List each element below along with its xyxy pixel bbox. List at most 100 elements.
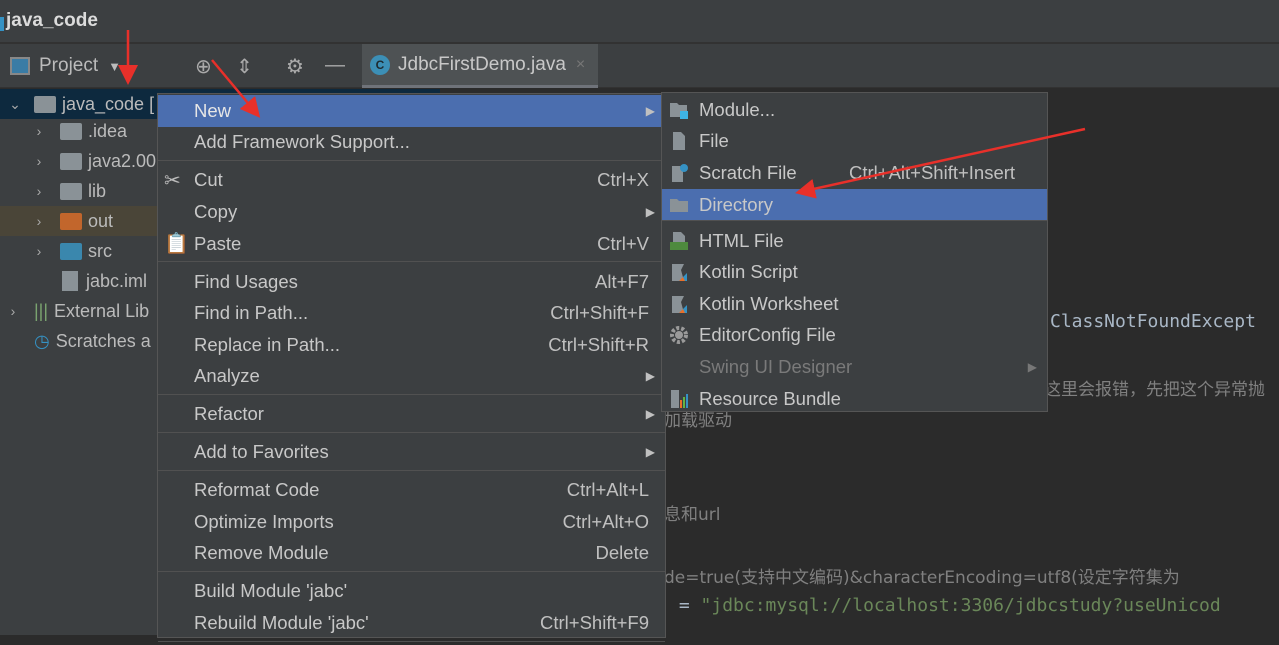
menu-item-optimize-imports[interactable]: Optimize Imports Ctrl+Alt+O xyxy=(158,506,665,538)
gear-icon[interactable]: ⚙ xyxy=(286,54,304,79)
tree-label: .idea xyxy=(88,120,128,141)
submenu-item-scratch-file[interactable]: Scratch File Ctrl+Alt+Shift+Insert xyxy=(662,157,1047,189)
menu-item-find-in-path[interactable]: Find in Path... Ctrl+Shift+F xyxy=(158,297,665,329)
scissors-icon: ✂ xyxy=(164,169,181,192)
tab-jdbcfirstdemo[interactable]: C JdbcFirstDemo.java × xyxy=(362,44,598,88)
file-icon xyxy=(62,271,78,291)
tab-label: JdbcFirstDemo.java xyxy=(398,53,566,75)
submenu-item-label: Module... xyxy=(699,98,776,120)
submenu-item-resource-bundle[interactable]: Resource Bundle xyxy=(662,383,1047,415)
menu-item-new[interactable]: New ▶ xyxy=(158,95,665,127)
chevron-right-icon[interactable]: › xyxy=(32,123,46,139)
menu-shortcut: Ctrl+Shift+F9 xyxy=(540,612,649,634)
menu-item-find-usages[interactable]: Find Usages Alt+F7 xyxy=(158,266,665,298)
submenu-item-module[interactable]: Module... xyxy=(662,94,1047,126)
code-comment: de=true(支持中文编码)&characterEncoding=utf8(设… xyxy=(664,568,1180,588)
chevron-right-icon[interactable]: › xyxy=(32,183,46,199)
chevron-right-icon[interactable]: › xyxy=(6,303,20,319)
menu-item-label: Find in Path... xyxy=(194,302,309,324)
project-icon xyxy=(0,17,4,31)
gear-icon xyxy=(669,325,689,345)
submenu-item-kotlin-script[interactable]: Kotlin Script xyxy=(662,256,1047,288)
menu-item-label: Add Framework Support... xyxy=(194,131,410,153)
menu-item-refactor[interactable]: Refactor ▶ xyxy=(158,399,665,431)
menu-item-label: Reformat Code xyxy=(194,479,320,501)
folder-icon xyxy=(60,122,82,140)
submenu-item-html-file[interactable]: HTML File xyxy=(662,225,1047,257)
close-icon[interactable]: × xyxy=(576,56,585,74)
submenu-item-file[interactable]: File xyxy=(662,126,1047,158)
submenu-item-kotlin-worksheet[interactable]: Kotlin Worksheet xyxy=(662,288,1047,320)
menu-item-add-framework-support[interactable]: Add Framework Support... xyxy=(158,127,665,159)
window-title: java_code xyxy=(6,10,98,31)
submenu-item-directory[interactable]: Directory xyxy=(662,188,1047,221)
tool-window-header: Project ▼ ⊕ ⇕ ⚙ — C JdbcFirstDemo.java × xyxy=(0,44,1279,88)
operator: = xyxy=(668,595,701,616)
submenu-item-label: Directory xyxy=(699,193,774,215)
menu-item-label: Paste xyxy=(194,232,242,254)
html-file-icon xyxy=(669,231,689,251)
code-comment: 息和url xyxy=(664,505,721,525)
submenu-item-label: Swing UI Designer xyxy=(699,355,853,377)
menu-shortcut: Ctrl+Alt+Shift+Insert xyxy=(849,161,1016,183)
clipboard-icon: 📋 xyxy=(164,233,189,256)
tree-label: lib xyxy=(88,180,107,201)
minimize-icon[interactable]: — xyxy=(325,54,345,77)
project-view-icon xyxy=(10,57,30,75)
menu-item-replace-in-path[interactable]: Replace in Path... Ctrl+Shift+R xyxy=(158,329,665,361)
title-bar: java_code xyxy=(0,0,1279,44)
tree-label: java_code [ xyxy=(62,93,155,114)
menu-item-add-to-favorites[interactable]: Add to Favorites ▶ xyxy=(158,437,665,469)
menu-shortcut: Ctrl+Alt+O xyxy=(562,510,649,532)
menu-item-label: Add to Favorites xyxy=(194,441,329,463)
menu-shortcut: Ctrl+Alt+L xyxy=(566,479,649,501)
submenu-item-editorconfig-file[interactable]: EditorConfig File xyxy=(662,320,1047,352)
folder-icon xyxy=(60,212,82,230)
menu-item-reformat-code[interactable]: Reformat Code Ctrl+Alt+L xyxy=(158,474,665,506)
submenu-item-label: Scratch File xyxy=(699,161,797,183)
menu-item-label: Replace in Path... xyxy=(194,333,341,355)
folder-icon xyxy=(60,182,82,200)
menu-item-copy[interactable]: Copy ▶ xyxy=(158,196,665,228)
target-icon[interactable]: ⊕ xyxy=(195,54,212,79)
module-icon xyxy=(669,100,689,120)
code-line: ClassNotFoundExcept xyxy=(1050,311,1256,332)
tree-label: jabc.iml xyxy=(86,270,148,291)
submenu-item-swing-ui-designer: Swing UI Designer ▶ xyxy=(662,351,1047,383)
chevron-right-icon[interactable]: › xyxy=(32,243,46,259)
submenu-arrow-icon: ▶ xyxy=(645,445,655,460)
folder-icon xyxy=(60,242,82,260)
tree-label: Scratches a xyxy=(55,330,151,351)
menu-item-paste[interactable]: 📋 Paste Ctrl+V xyxy=(158,228,665,260)
menu-separator xyxy=(158,640,665,645)
submenu-item-label: HTML File xyxy=(699,229,784,251)
menu-item-label: Remove Module xyxy=(194,542,329,564)
menu-item-label: Optimize Imports xyxy=(194,510,334,532)
menu-item-label: Rebuild Module 'jabc' xyxy=(194,612,369,634)
context-menu: New ▶ Add Framework Support... ✂ Cut Ctrl+X Co… xyxy=(157,93,666,642)
menu-item-label: Cut xyxy=(194,169,223,191)
project-label: Project xyxy=(39,55,99,76)
scratches-icon: ◷ xyxy=(34,330,50,351)
submenu-item-label: Kotlin Script xyxy=(699,261,798,283)
submenu-item-label: File xyxy=(699,130,729,152)
menu-shortcut: Delete xyxy=(595,542,649,564)
chevron-right-icon[interactable]: › xyxy=(32,213,46,229)
menu-item-analyze[interactable]: Analyze ▶ xyxy=(158,361,665,393)
submenu-item-label: EditorConfig File xyxy=(699,324,836,346)
menu-item-label: New xyxy=(194,99,232,121)
menu-item-rebuild-module-jabc[interactable]: Rebuild Module 'jabc' Ctrl+Shift+F9 xyxy=(158,607,665,639)
tree-label: java2.00 xyxy=(88,150,157,171)
menu-item-build-module-jabc[interactable]: Build Module 'jabc' xyxy=(158,576,665,608)
menu-item-remove-module[interactable]: Remove Module Delete xyxy=(158,538,665,570)
string-literal: "jdbc:mysql://localhost:3306/jdbcstudy?u… xyxy=(700,595,1221,616)
project-view-selector[interactable]: Project ▼ xyxy=(10,55,121,77)
resource-bundle-icon xyxy=(669,389,689,409)
submenu-arrow-icon: ▶ xyxy=(645,369,655,384)
collapse-icon[interactable]: ⇕ xyxy=(236,54,253,79)
menu-item-cut[interactable]: ✂ Cut Ctrl+X xyxy=(158,165,665,197)
chevron-right-icon[interactable]: › xyxy=(32,153,46,169)
menu-item-label: Find Usages xyxy=(194,270,298,292)
tree-label: src xyxy=(88,240,112,261)
chevron-down-icon[interactable]: ⌄ xyxy=(8,96,22,113)
